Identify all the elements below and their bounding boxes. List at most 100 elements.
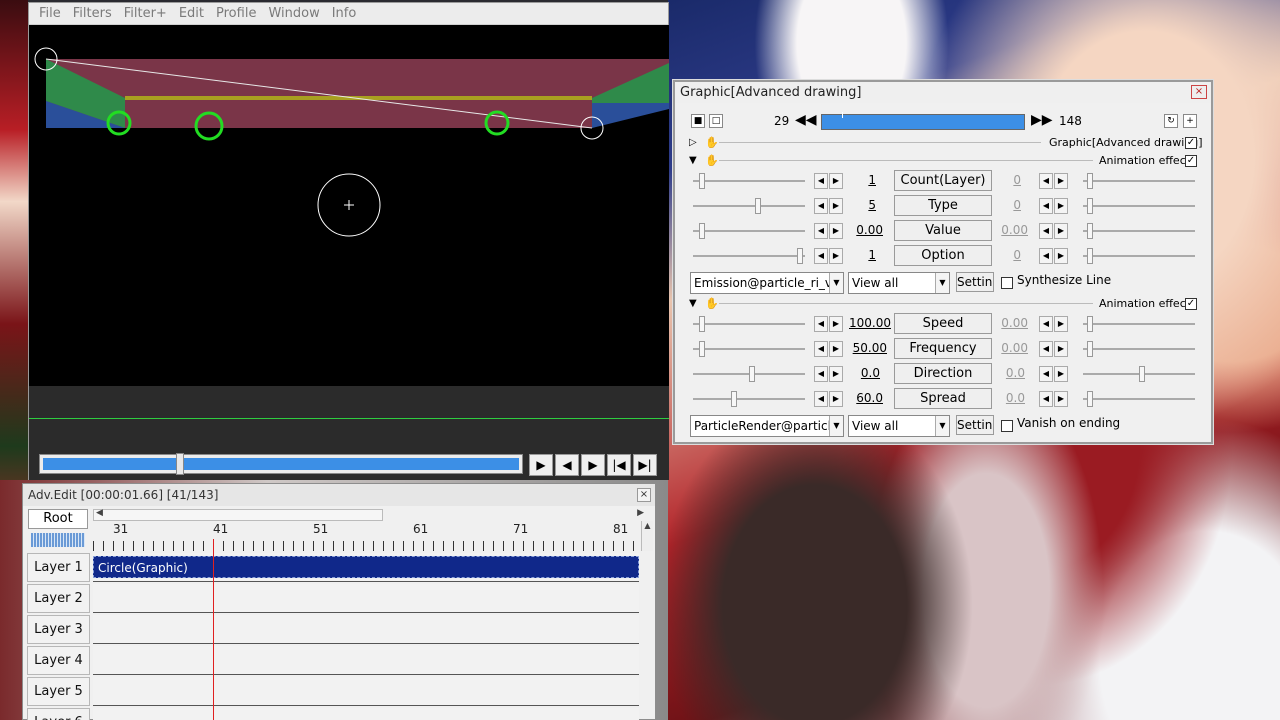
chevron-down-icon[interactable]: ▼ xyxy=(829,416,843,436)
slider-thumb[interactable] xyxy=(1087,341,1093,357)
menu-filters[interactable]: Filters xyxy=(67,6,118,21)
decrement-icon[interactable]: ◀ xyxy=(814,341,828,357)
param-end-value[interactable]: 0.00 xyxy=(988,316,1028,330)
layer-label[interactable]: Layer 6 xyxy=(27,708,90,720)
layer-label[interactable]: Layer 4 xyxy=(27,646,90,675)
slider-thumb[interactable] xyxy=(699,173,705,189)
increment-icon[interactable]: ▶ xyxy=(1054,316,1068,332)
param-button[interactable]: Frequency xyxy=(894,338,992,359)
increment-icon[interactable]: ▶ xyxy=(1054,391,1068,407)
increment-icon[interactable]: ▶ xyxy=(829,316,843,332)
param-end-value[interactable]: 0 xyxy=(981,248,1021,262)
end-slider[interactable] xyxy=(1083,391,1195,407)
slider-thumb[interactable] xyxy=(1139,366,1145,382)
menu-filter-plus[interactable]: Filter+ xyxy=(118,6,173,21)
slider-thumb[interactable] xyxy=(699,223,705,239)
chevron-down-icon[interactable]: ▼ xyxy=(829,273,843,293)
layer-track[interactable] xyxy=(93,646,639,675)
rewind-icon[interactable]: ◀◀ xyxy=(795,112,817,128)
setting-button[interactable]: Setting xyxy=(956,415,994,435)
param-button[interactable]: Option xyxy=(894,245,992,266)
layer-track[interactable] xyxy=(93,677,639,706)
section-checkbox[interactable]: ✓ xyxy=(1185,155,1197,167)
param-button[interactable]: Type xyxy=(894,195,992,216)
slider-thumb[interactable] xyxy=(731,391,737,407)
menu-profile[interactable]: Profile xyxy=(210,6,262,21)
decrement-icon[interactable]: ◀ xyxy=(1039,341,1053,357)
param-start-value[interactable]: 100.00 xyxy=(849,316,891,330)
end-slider[interactable] xyxy=(1083,248,1195,264)
menu-window[interactable]: Window xyxy=(262,6,325,21)
goto-start-button[interactable]: |◀ xyxy=(607,454,631,476)
start-slider[interactable] xyxy=(693,223,805,239)
start-slider[interactable] xyxy=(693,173,805,189)
param-end-value[interactable]: 0.0 xyxy=(985,391,1025,405)
start-slider[interactable] xyxy=(693,391,805,407)
video-preview[interactable] xyxy=(29,25,669,386)
increment-icon[interactable]: ▶ xyxy=(829,223,843,239)
param-start-value[interactable]: 5 xyxy=(836,198,876,212)
script-select[interactable]: ParticleRender@particle ▼ xyxy=(690,415,844,437)
view-select[interactable]: View all ▼ xyxy=(848,272,950,294)
layer-label[interactable]: Layer 3 xyxy=(27,615,90,644)
slider-thumb[interactable] xyxy=(755,198,761,214)
decrement-icon[interactable]: ◀ xyxy=(1039,391,1053,407)
dialog-close-button[interactable]: × xyxy=(1191,85,1207,99)
hand-icon[interactable]: ✋ xyxy=(705,154,719,167)
layer-label[interactable]: Layer 1 xyxy=(27,553,90,582)
decrement-icon[interactable]: ◀ xyxy=(814,173,828,189)
menu-info[interactable]: Info xyxy=(326,6,363,21)
timeline-cursor[interactable] xyxy=(213,539,214,720)
increment-icon[interactable]: ▶ xyxy=(829,391,843,407)
increment-icon[interactable]: ▶ xyxy=(1054,341,1068,357)
chevron-down-icon[interactable]: ▼ xyxy=(935,273,949,293)
end-slider[interactable] xyxy=(1083,366,1195,382)
slider-thumb[interactable] xyxy=(1087,223,1093,239)
collapse-icon[interactable]: ▼ xyxy=(689,155,697,166)
decrement-icon[interactable]: ◀ xyxy=(814,391,828,407)
slider-thumb[interactable] xyxy=(699,316,705,332)
seek-bar[interactable] xyxy=(39,453,523,475)
layer-label[interactable]: Layer 5 xyxy=(27,677,90,706)
slider-thumb[interactable] xyxy=(797,248,803,264)
param-start-value[interactable]: 1 xyxy=(836,173,876,187)
slider-thumb[interactable] xyxy=(699,341,705,357)
end-slider[interactable] xyxy=(1083,341,1195,357)
seek-thumb[interactable] xyxy=(176,453,184,475)
param-end-value[interactable]: 0 xyxy=(981,173,1021,187)
slider-thumb[interactable] xyxy=(1087,248,1093,264)
timeline-close-button[interactable]: × xyxy=(637,488,651,502)
root-button[interactable]: Root xyxy=(28,509,88,529)
add-icon[interactable]: + xyxy=(1183,114,1197,128)
prev-frame-button[interactable]: ◀ xyxy=(555,454,579,476)
decrement-icon[interactable]: ◀ xyxy=(814,316,828,332)
start-slider[interactable] xyxy=(693,366,805,382)
refresh-icon[interactable]: ↻ xyxy=(1164,114,1178,128)
decrement-icon[interactable]: ◀ xyxy=(814,198,828,214)
timeline-vscroll[interactable]: ▲ xyxy=(641,521,653,551)
start-slider[interactable] xyxy=(693,316,805,332)
script-select[interactable]: Emission@particle_ri_ve ▼ xyxy=(690,272,844,294)
slider-thumb[interactable] xyxy=(1087,391,1093,407)
frame-range-bar[interactable] xyxy=(821,112,1025,130)
slider-thumb[interactable] xyxy=(749,366,755,382)
end-slider[interactable] xyxy=(1083,198,1195,214)
param-start-value[interactable]: 1 xyxy=(836,248,876,262)
expand-icon[interactable]: ▷ xyxy=(689,137,697,148)
increment-icon[interactable]: ▶ xyxy=(829,341,843,357)
decrement-icon[interactable]: ◀ xyxy=(1039,316,1053,332)
layer-track[interactable] xyxy=(93,708,639,720)
layer-label[interactable]: Layer 2 xyxy=(27,584,90,613)
end-slider[interactable] xyxy=(1083,223,1195,239)
increment-icon[interactable]: ▶ xyxy=(1054,198,1068,214)
param-button[interactable]: Speed xyxy=(894,313,992,334)
decrement-icon[interactable]: ◀ xyxy=(1039,223,1053,239)
decrement-icon[interactable]: ◀ xyxy=(814,248,828,264)
increment-icon[interactable]: ▶ xyxy=(1054,248,1068,264)
increment-icon[interactable]: ▶ xyxy=(1054,173,1068,189)
param-end-value[interactable]: 0 xyxy=(981,198,1021,212)
start-slider[interactable] xyxy=(693,248,805,264)
scroll-left-icon[interactable]: ◀ xyxy=(96,508,103,518)
chevron-down-icon[interactable]: ▼ xyxy=(935,416,949,436)
decrement-icon[interactable]: ◀ xyxy=(1039,198,1053,214)
